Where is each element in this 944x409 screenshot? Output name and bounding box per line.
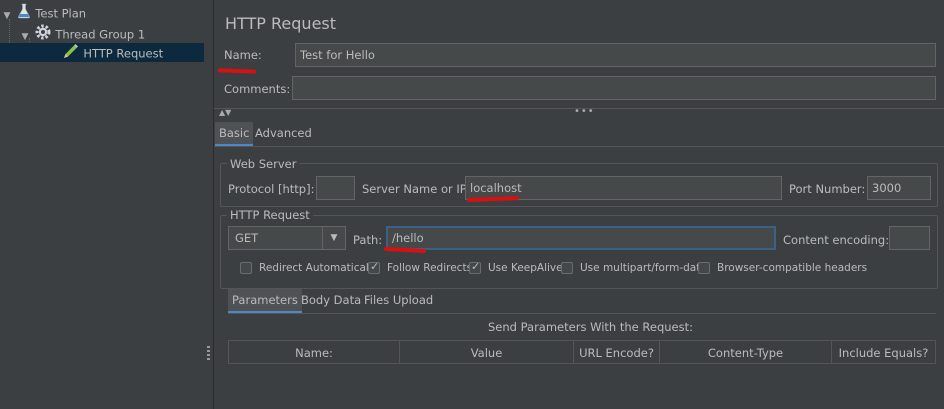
- checkbox-label: Browser-compatible headers: [717, 262, 868, 274]
- resize-dots-icon[interactable]: •••: [574, 106, 595, 117]
- content-encoding-field[interactable]: [889, 226, 930, 250]
- comments-field[interactable]: [292, 76, 936, 100]
- checkmark-icon: ✓: [370, 260, 380, 273]
- annotation-underline-name: [217, 68, 257, 74]
- tree-item-thread-group[interactable]: ▼ Thread Group 1: [20, 23, 145, 42]
- path-label: Path:: [353, 233, 383, 247]
- tab-advanced[interactable]: Advanced: [251, 122, 316, 144]
- port-number-label: Port Number:: [789, 182, 866, 196]
- checkmark-icon: ✓: [471, 260, 481, 273]
- checkbox-label: Redirect Automatically: [259, 262, 378, 274]
- content-encoding-label: Content encoding:: [783, 233, 890, 247]
- tree-item-label: HTTP Request: [83, 46, 164, 61]
- tree-item-http-request[interactable]: HTTP Request: [0, 43, 204, 62]
- port-number-field[interactable]: 3000: [867, 176, 931, 200]
- method-select[interactable]: GET ▼: [228, 226, 346, 250]
- tree-item-test-plan[interactable]: ▼ Test Plan: [2, 3, 86, 22]
- browser-compatible-headers-checkbox[interactable]: [698, 262, 710, 274]
- column-header-include-equals[interactable]: Include Equals?: [832, 340, 936, 364]
- tab-basic[interactable]: Basic: [215, 122, 254, 146]
- web-server-legend: Web Server: [227, 157, 300, 171]
- collapse-arrows-icon[interactable]: ▲▼: [219, 108, 231, 117]
- column-header-content-type[interactable]: Content-Type: [660, 340, 832, 364]
- protocol-label: Protocol [http]:: [228, 182, 315, 196]
- http-request-panel: HTTP Request Name: Test for Hello Commen…: [214, 0, 944, 409]
- parameters-caption: Send Parameters With the Request:: [488, 320, 693, 334]
- checkbox-label: Use KeepAlive: [488, 262, 563, 274]
- page-title: HTTP Request: [225, 14, 337, 33]
- subtab-divider: [228, 313, 936, 314]
- flask-icon: [16, 3, 32, 25]
- tab-body-data[interactable]: Body Data: [297, 289, 365, 311]
- name-field[interactable]: Test for Hello: [295, 43, 936, 67]
- checkbox-label: Use multipart/form-data: [580, 262, 707, 274]
- tree-item-label: Test Plan: [35, 6, 87, 21]
- chevron-down-icon[interactable]: ▼: [2, 7, 12, 26]
- tree-item-label: Thread Group 1: [55, 27, 146, 42]
- http-request-legend: HTTP Request: [227, 208, 313, 222]
- pencil-icon: [62, 43, 80, 65]
- comments-label: Comments:: [224, 82, 291, 96]
- use-keepalive-checkbox[interactable]: ✓: [469, 260, 481, 274]
- tab-divider: [214, 146, 944, 147]
- protocol-field[interactable]: [316, 176, 355, 200]
- path-field[interactable]: /hello: [386, 226, 776, 250]
- column-header-value[interactable]: Value: [400, 340, 574, 364]
- column-header-name[interactable]: Name:: [228, 340, 400, 364]
- checkbox-label: Follow Redirects: [387, 262, 473, 274]
- use-multipart-checkbox[interactable]: [561, 262, 573, 274]
- drag-handle-icon[interactable]: [207, 346, 210, 360]
- server-name-label: Server Name or IP:: [362, 182, 471, 196]
- method-value: GET: [235, 231, 259, 245]
- tab-parameters[interactable]: Parameters: [228, 289, 302, 313]
- redirect-automatically-checkbox[interactable]: [240, 262, 252, 274]
- name-label: Name:: [224, 48, 262, 62]
- column-header-url-encode[interactable]: URL Encode?: [574, 340, 660, 364]
- follow-redirects-checkbox[interactable]: ✓: [368, 260, 380, 274]
- panel-splitter[interactable]: [204, 0, 214, 409]
- test-plan-tree: ▼ Test Plan ▼ Thread Group 1 HTTP Reques…: [0, 0, 204, 409]
- chevron-down-icon[interactable]: ▼: [322, 227, 345, 249]
- tab-files-upload[interactable]: Files Upload: [360, 289, 437, 311]
